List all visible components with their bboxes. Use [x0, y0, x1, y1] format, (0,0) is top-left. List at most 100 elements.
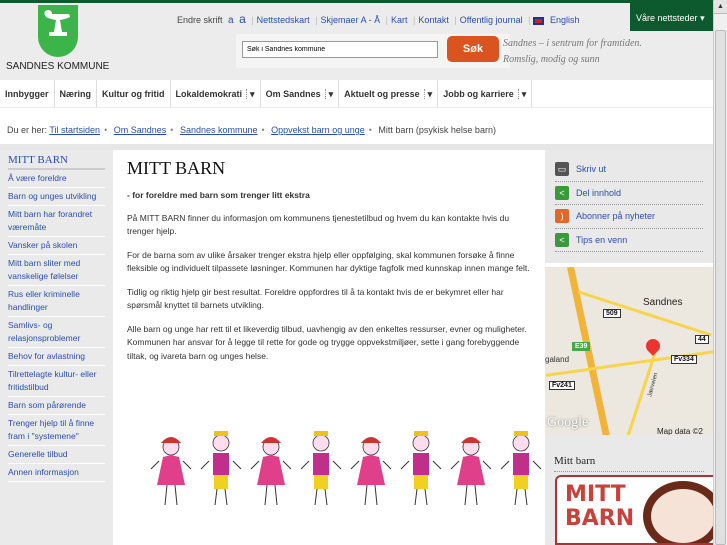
main-nav: Innbygger Næring Kultur og fritid Lokald… — [0, 80, 713, 108]
breadcrumb-link[interactable]: Til startsiden — [49, 125, 100, 135]
page-title: MITT BARN — [127, 158, 226, 178]
main-content: MITT BARN - for foreldre med barn som tr… — [113, 150, 545, 545]
tool-label[interactable]: Skriv ut — [576, 164, 606, 174]
slogan-line: Romslig, modig og sunn — [503, 54, 600, 65]
road-shield: Fv241 — [549, 381, 575, 390]
english-link[interactable]: English — [550, 15, 580, 25]
sidebar-item[interactable]: Annen informasjon — [8, 464, 105, 482]
font-size-label: Endre skrift — [177, 15, 223, 25]
sidebar-item[interactable]: Mitt barn sliter med vanskelige følelser — [8, 255, 105, 286]
google-logo: Google — [547, 415, 589, 430]
sidebar-item[interactable]: Barn som pårørende — [8, 397, 105, 415]
sidebar-item[interactable]: Generelle tilbud — [8, 446, 105, 464]
scrollbar[interactable]: ▲ — [713, 0, 727, 545]
scrollbar-thumb[interactable] — [715, 30, 726, 545]
font-small-link[interactable]: a — [228, 15, 234, 26]
map-attribution: Map data ©2 — [657, 427, 703, 435]
boy-figure — [500, 431, 542, 506]
share-icon: < — [555, 232, 569, 247]
subscribe-link[interactable]: ) Abonner på nyheter — [555, 205, 703, 229]
paragraph: Tidlig og riktig hjelp gir best resultat… — [127, 286, 504, 311]
printer-icon: ▭ — [555, 162, 569, 177]
tool-label[interactable]: Tips en venn — [576, 235, 627, 245]
paragraph: Alle barn og unge har rett til et likeve… — [127, 323, 527, 361]
promo-title: Mitt barn — [554, 455, 704, 472]
map-label: Jærveien — [647, 372, 660, 398]
paragraph: For de barna som av ulike årsaker trenge… — [127, 249, 530, 274]
sidebar-item[interactable]: Behov for avlastning — [8, 348, 105, 366]
mitt-barn-banner[interactable]: MITT BARN — [555, 475, 713, 545]
girl-figure — [150, 437, 192, 506]
girl-figure — [250, 437, 292, 506]
font-large-link[interactable]: a — [239, 12, 246, 26]
sidebar-item[interactable]: Samlivs- og relasjonsproblemer — [8, 317, 105, 348]
girl-figure — [350, 437, 392, 506]
road-shield: 509 — [603, 309, 621, 318]
sidebar-title: MITT BARN — [8, 154, 105, 170]
slogan: Sandnes – i sentrum for framtiden. Romsli… — [503, 36, 642, 68]
share-icon: < — [555, 185, 569, 200]
uk-flag-icon — [533, 16, 545, 25]
nav-jobb[interactable]: Jobb og karriere ▾ — [438, 80, 533, 107]
site-header: SANDNES KOMMUNE Endre skrift a a | Nettst… — [0, 0, 713, 80]
our-sites-dropdown[interactable]: Våre nettsteder ▾ — [630, 3, 713, 31]
sidebar: MITT BARN Å være foreldre Barn og unges … — [0, 150, 113, 545]
tool-label[interactable]: Abonner på nyheter — [576, 211, 655, 221]
map-label: galand — [545, 355, 570, 364]
nav-aktuelt[interactable]: Aktuelt og presse ▾ — [339, 80, 439, 107]
nav-om-sandnes[interactable]: Om Sandnes ▾ — [261, 80, 340, 107]
journal-link[interactable]: Offentlig journal — [460, 15, 523, 25]
sidebar-item[interactable]: Trenger hjelp til å finne fram i "system… — [8, 415, 105, 446]
slogan-line: Sandnes – i sentrum for framtiden. — [503, 38, 642, 49]
map-link[interactable]: Kart — [391, 15, 408, 25]
sidebar-item[interactable]: Å være foreldre — [8, 170, 105, 188]
banner-logo: MITT BARN — [565, 482, 635, 531]
tip-friend-link[interactable]: < Tips en venn — [555, 229, 703, 252]
our-sites-label: Våre nettsteder — [636, 13, 698, 23]
map-marker-icon[interactable] — [643, 336, 663, 356]
scroll-up-icon[interactable]: ▲ — [714, 0, 727, 14]
map[interactable]: Sandnes 509 E39 44 Fv334 Fv241 galand Jæ… — [545, 263, 713, 435]
nav-innbygger[interactable]: Innbygger — [0, 80, 55, 107]
children-illustration — [150, 431, 542, 506]
breadcrumb-link[interactable]: Sandnes kommune — [180, 125, 258, 135]
paragraph: På MITT BARN finner du informasjon om ko… — [127, 212, 510, 237]
search-input[interactable] — [242, 41, 438, 58]
boy-figure — [200, 431, 242, 506]
breadcrumb-label: Du er her: — [7, 125, 48, 135]
print-link[interactable]: ▭ Skriv ut — [555, 158, 703, 182]
breadcrumb-link[interactable]: Om Sandnes — [114, 125, 167, 135]
nav-naering[interactable]: Næring — [55, 80, 98, 107]
sidebar-item[interactable]: Barn og unges utvikling — [8, 188, 105, 206]
boy-figure — [300, 431, 342, 506]
girl-figure — [450, 437, 492, 506]
sitemap-link[interactable]: Nettstedskart — [257, 15, 310, 25]
map-city-label: Sandnes — [643, 297, 683, 308]
nav-kultur[interactable]: Kultur og fritid — [97, 80, 171, 107]
breadcrumb-link[interactable]: Oppvekst barn og unge — [271, 125, 365, 135]
lead-text: - for foreldre med barn som trenger litt… — [127, 190, 310, 200]
sidebar-item[interactable]: Tilrettelagte kultur- eller fritidstilbu… — [8, 366, 105, 397]
chevron-down-icon[interactable]: ▾ — [517, 89, 527, 99]
sidebar-item[interactable]: Rus eller kriminelle handlinger — [8, 286, 105, 317]
breadcrumb: Du er her: Til startsiden • Om Sandnes • S… — [7, 125, 496, 135]
tool-label[interactable]: Del innhold — [576, 188, 621, 198]
chevron-down-icon[interactable]: ▾ — [324, 89, 334, 99]
chevron-down-icon[interactable]: ▾ — [423, 89, 433, 99]
share-link[interactable]: < Del innhold — [555, 182, 703, 205]
sidebar-item[interactable]: Mitt barn har forandret væremåte — [8, 206, 105, 237]
breadcrumb-current: Mitt barn (psykisk helse barn) — [378, 125, 496, 135]
child-face-illustration — [643, 481, 713, 543]
chevron-down-icon: ▾ — [700, 13, 705, 23]
sidebar-item[interactable]: Vansker på skolen — [8, 237, 105, 255]
search-button[interactable]: Søk — [447, 36, 499, 62]
nav-lokaldemokrati[interactable]: Lokaldemokrati ▾ — [171, 80, 261, 107]
logo-shield[interactable] — [38, 5, 78, 57]
logo-text: SANDNES KOMMUNE — [6, 61, 110, 72]
contact-link[interactable]: Kontakt — [418, 15, 449, 25]
right-column: ▭ Skriv ut < Del innhold ) Abonner på nyhet… — [545, 150, 713, 545]
road-shield: E39 — [572, 342, 591, 351]
boy-figure — [400, 431, 442, 506]
forms-link[interactable]: Skjemaer A - Å — [321, 15, 381, 25]
chevron-down-icon[interactable]: ▾ — [246, 89, 255, 99]
